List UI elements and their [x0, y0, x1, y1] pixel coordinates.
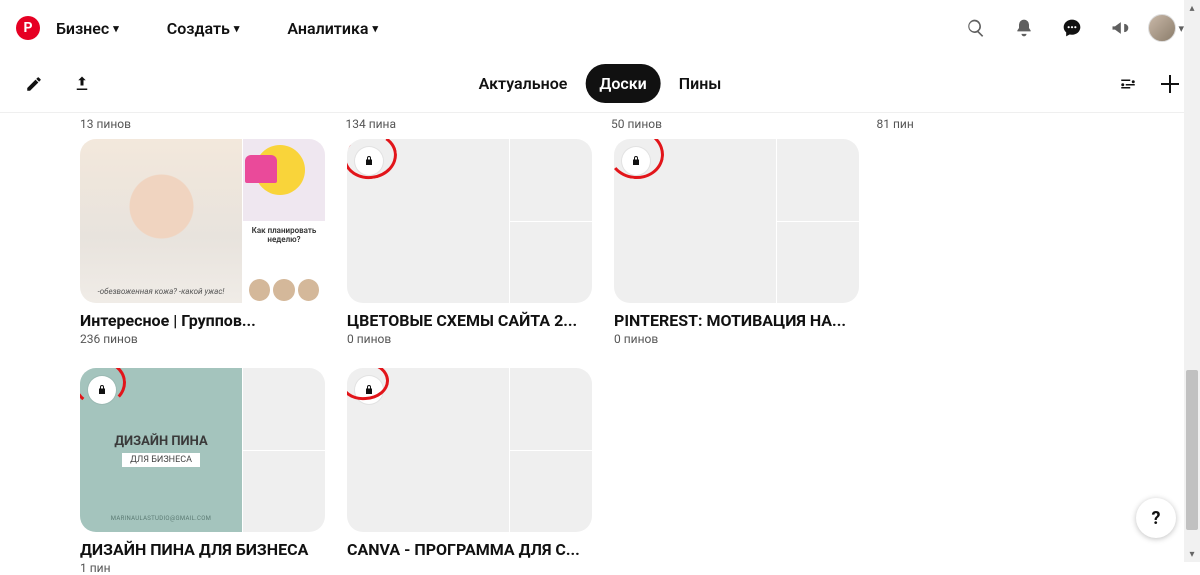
- bell-icon[interactable]: [1004, 8, 1044, 48]
- avatar: [1148, 14, 1176, 42]
- cover-thumb: [243, 368, 325, 450]
- board-cover: [347, 368, 592, 532]
- previous-row-counts: 13 пинов 134 пина 50 пинов 81 пин: [80, 113, 1120, 139]
- board-pin-count: 0 пинов: [347, 332, 592, 346]
- count-cell: 81 пин: [877, 117, 1121, 131]
- content-area: 13 пинов 134 пина 50 пинов 81 пин -обезв…: [0, 113, 1200, 575]
- scrollbar[interactable]: ▴ ▾: [1184, 0, 1200, 562]
- count-cell: 50 пинов: [611, 117, 855, 131]
- pinterest-logo[interactable]: P: [16, 16, 40, 40]
- board-card[interactable]: ЦВЕТОВЫЕ СХЕМЫ САЙТА 2... 0 пинов: [347, 139, 592, 346]
- scroll-up-icon[interactable]: ▴: [1184, 0, 1200, 16]
- tab-boards[interactable]: Доски: [585, 64, 660, 103]
- board-card[interactable]: PINTEREST: МОТИВАЦИЯ НА... 0 пинов: [614, 139, 859, 346]
- lock-icon: [355, 376, 383, 404]
- nav-business[interactable]: Бизнес ▾: [48, 11, 127, 46]
- board-cover: -обезвоженная кожа? -какой ужас! Как пла…: [80, 139, 325, 303]
- chevron-down-icon: ▾: [234, 22, 240, 35]
- cover-thumb: [243, 139, 325, 221]
- cover-card-brand: MARINAULASTUDIO@GMAIL.COM: [111, 515, 211, 522]
- board-grid: -обезвоженная кожа? -какой ужас! Как пла…: [80, 139, 1120, 575]
- cover-thumb: [510, 139, 592, 221]
- board-card[interactable]: -обезвоженная кожа? -какой ужас! Как пла…: [80, 139, 325, 346]
- board-title: ЦВЕТОВЫЕ СХЕМЫ САЙТА 2...: [347, 311, 592, 330]
- tab-pins-label: Пины: [679, 74, 722, 93]
- scroll-thumb[interactable]: [1186, 370, 1198, 530]
- cover-thumb: [777, 139, 859, 221]
- account-menu[interactable]: ▾: [1148, 14, 1184, 42]
- tab-boards-label: Доски: [599, 74, 646, 93]
- cover-thumb: [510, 368, 592, 450]
- share-icon[interactable]: [70, 72, 94, 96]
- count-cell: 13 пинов: [80, 117, 324, 131]
- nav-create-label: Создать: [167, 19, 230, 38]
- board-cover: [347, 139, 592, 303]
- cover-thumb: [510, 222, 592, 304]
- board-title: CANVA - ПРОГРАММА ДЛЯ С...: [347, 540, 592, 559]
- cover-thumb: [510, 451, 592, 533]
- board-card[interactable]: ДИЗАЙН ПИНА ДЛЯ БИЗНЕСА MARINAULASTUDIO@…: [80, 368, 325, 575]
- board-title: PINTEREST: МОТИВАЦИЯ НА...: [614, 311, 859, 330]
- profile-toolbar: Актуальное Доски Пины: [0, 56, 1200, 112]
- tab-pins[interactable]: Пины: [665, 64, 736, 103]
- cover-card-sub: ДЛЯ БИЗНЕСА: [122, 453, 200, 467]
- add-icon[interactable]: [1156, 70, 1184, 98]
- count-cell: 134 пина: [346, 117, 590, 131]
- nav-business-label: Бизнес: [56, 19, 109, 38]
- nav-analytics-label: Аналитика: [287, 19, 368, 38]
- cover-caption: -обезвоженная кожа? -какой ужас!: [86, 287, 236, 297]
- help-button[interactable]: ?: [1136, 498, 1176, 538]
- nav-create[interactable]: Создать ▾: [159, 11, 248, 46]
- profile-tabs: Актуальное Доски Пины: [465, 64, 736, 103]
- top-nav: P Бизнес ▾ Создать ▾ Аналитика ▾ ▾: [0, 0, 1200, 56]
- filter-icon[interactable]: [1116, 72, 1140, 96]
- board-pin-count: 1 пин: [80, 561, 325, 575]
- lock-icon: [355, 147, 383, 175]
- chat-icon[interactable]: [1052, 8, 1092, 48]
- cover-main: -обезвоженная кожа? -какой ужас!: [80, 139, 242, 303]
- board-cover: ДИЗАЙН ПИНА ДЛЯ БИЗНЕСА MARINAULASTUDIO@…: [80, 368, 325, 532]
- search-icon[interactable]: [956, 8, 996, 48]
- board-title: ДИЗАЙН ПИНА ДЛЯ БИЗНЕСА: [80, 540, 325, 559]
- edit-icon[interactable]: [22, 72, 46, 96]
- board-pin-count: 0 пинов: [614, 332, 859, 346]
- megaphone-icon[interactable]: [1100, 8, 1140, 48]
- scroll-down-icon[interactable]: ▾: [1184, 546, 1200, 562]
- board-pin-count: 236 пинов: [80, 332, 325, 346]
- cover-thumb: [243, 451, 325, 533]
- cover-thumb: Как планировать неделю?: [243, 222, 325, 304]
- tab-relevant-label: Актуальное: [479, 74, 568, 93]
- lock-icon: [88, 376, 116, 404]
- board-cover: [614, 139, 859, 303]
- logo-letter: P: [23, 20, 32, 36]
- chevron-down-icon: ▾: [372, 22, 378, 35]
- cover-thumb: [777, 222, 859, 304]
- cover-thumb-text: Как планировать неделю?: [247, 226, 321, 244]
- help-label: ?: [1152, 508, 1161, 529]
- board-card[interactable]: CANVA - ПРОГРАММА ДЛЯ С...: [347, 368, 592, 575]
- board-title: Интересное | Группов...: [80, 311, 325, 330]
- chevron-down-icon: ▾: [113, 22, 119, 35]
- nav-analytics[interactable]: Аналитика ▾: [279, 11, 386, 46]
- cover-card-title: ДИЗАЙН ПИНА: [114, 434, 207, 449]
- lock-icon: [622, 147, 650, 175]
- tab-relevant[interactable]: Актуальное: [465, 64, 582, 103]
